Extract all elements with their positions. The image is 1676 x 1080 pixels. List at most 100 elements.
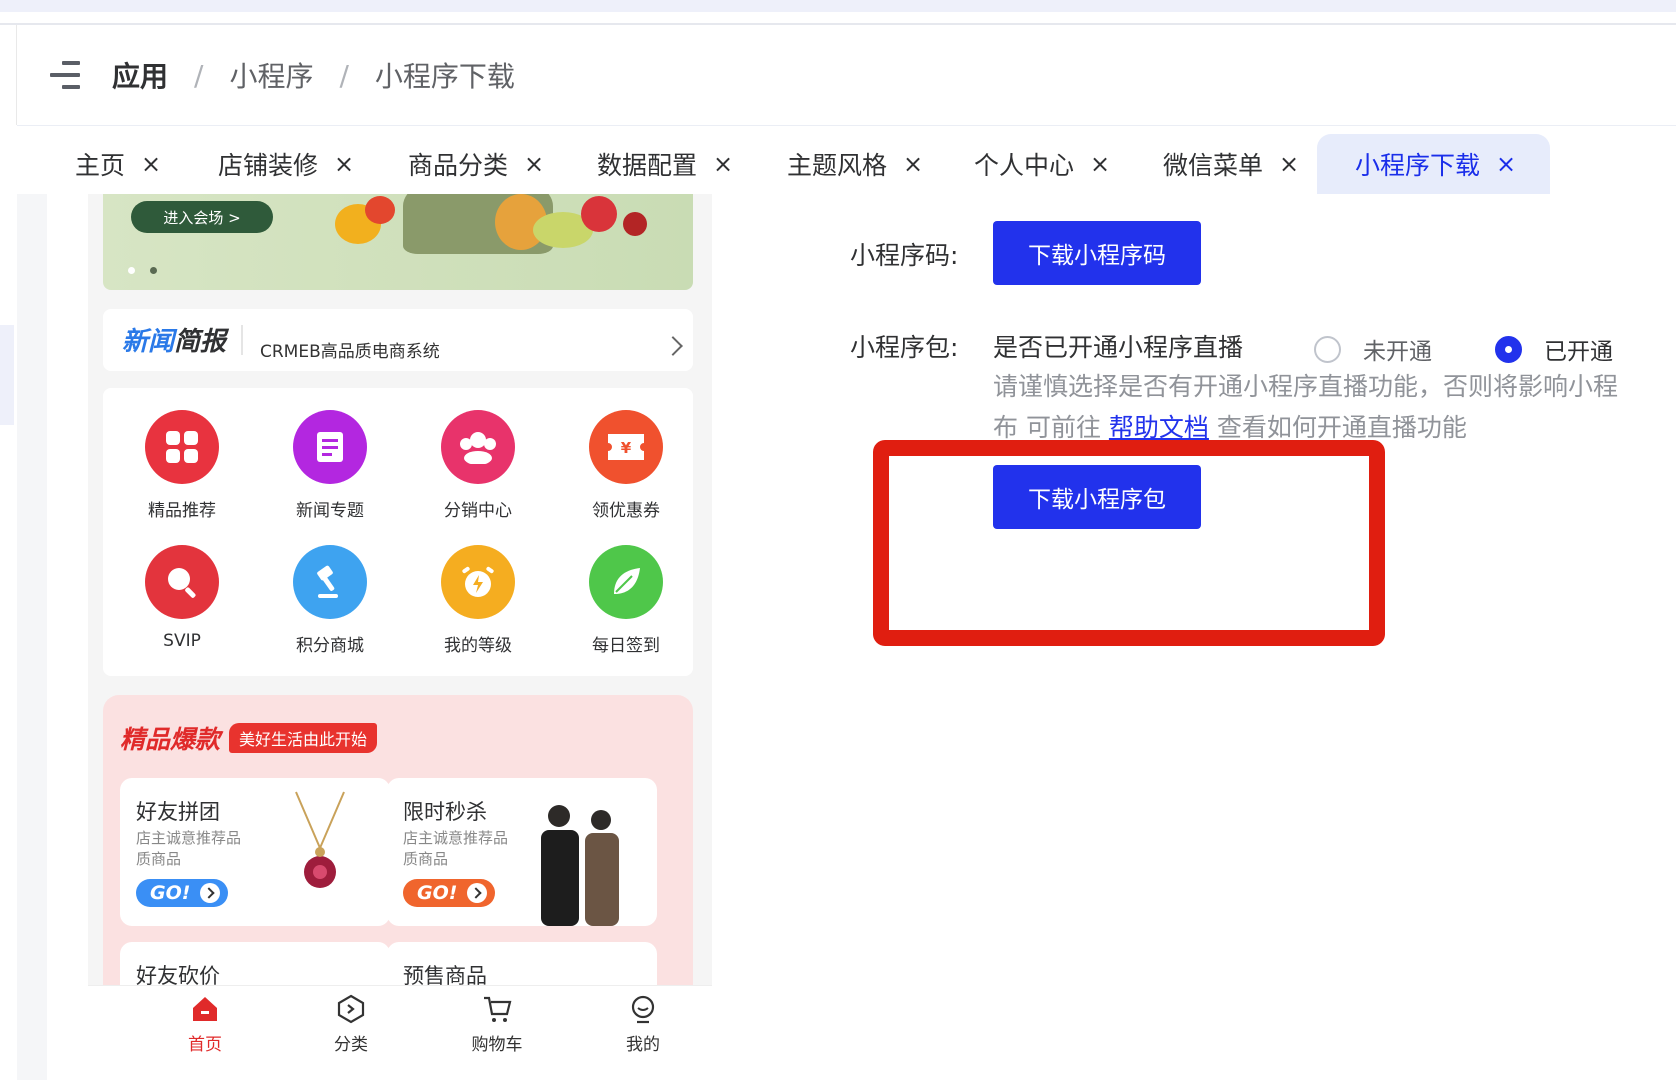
user-icon (631, 995, 655, 1024)
tabbar-mine[interactable]: 我的 (598, 994, 688, 1055)
chevron-right-icon (467, 883, 487, 903)
radio-label: 未开通 (1363, 339, 1432, 365)
close-icon[interactable]: × (903, 150, 923, 178)
carousel-dot[interactable] (150, 267, 157, 274)
home-icon (193, 997, 217, 1021)
menu-item-daily-checkin[interactable]: 每日签到 (566, 545, 686, 656)
radio-enabled[interactable]: 已开通 (1495, 332, 1613, 366)
news-text: CRMEB高品质电商系统 (260, 342, 440, 362)
menu-item-distribution[interactable]: 分销中心 (418, 410, 538, 521)
grid-icon (145, 410, 219, 484)
tab-label: 数据配置 (597, 151, 698, 180)
tabbar-home[interactable]: 首页 (160, 994, 250, 1055)
menu-item-coupons[interactable]: ¥ 领优惠券 (566, 410, 686, 521)
tab-label: 店铺装修 (218, 151, 319, 180)
breadcrumb-item-miniprogram[interactable]: 小程序 (229, 55, 313, 95)
tab-home[interactable]: 主页 × (75, 134, 161, 194)
document-icon (293, 410, 367, 484)
go-button[interactable]: GO! (136, 879, 228, 907)
tab-user-center[interactable]: 个人中心 × (974, 134, 1110, 194)
tabbar-label: 我的 (626, 1035, 660, 1055)
tab-label: 微信菜单 (1163, 151, 1264, 180)
banner-fruit-image (623, 212, 647, 236)
breadcrumb-item-download: 小程序下载 (374, 60, 515, 93)
chevron-right-icon (200, 883, 220, 903)
quick-menu: 精品推荐 新闻专题 分销中心 ¥ 领优惠券 SVIP 积分商城 我的等级 每日签… (103, 388, 693, 676)
tabbar-label: 购物车 (471, 1035, 523, 1055)
menu-item-featured[interactable]: 精品推荐 (122, 410, 242, 521)
tab-label: 小程序下载 (1355, 151, 1481, 180)
tab-category[interactable]: 商品分类 × (408, 134, 544, 194)
close-icon[interactable]: × (334, 150, 354, 178)
tab-theme[interactable]: 主题风格 × (787, 134, 923, 194)
card-flash-sale[interactable]: 限时秒杀 店主诚意推荐品质商品 GO! (387, 778, 657, 926)
go-button[interactable]: GO! (403, 879, 495, 907)
package-label: 小程序包: (850, 333, 959, 362)
coupon-icon: ¥ (589, 410, 663, 484)
close-icon[interactable]: × (1279, 150, 1299, 178)
breadcrumb-item-app[interactable]: 应用 (112, 55, 168, 95)
radio-not-enabled[interactable]: 未开通 (1314, 332, 1432, 366)
hot-title: 精品爆款 (120, 725, 221, 754)
radio-label: 已开通 (1544, 339, 1613, 365)
cart-icon (484, 996, 512, 1022)
menu-item-points-mall[interactable]: 积分商城 (270, 545, 390, 656)
menu-label: 领优惠券 (592, 501, 660, 521)
menu-item-news[interactable]: 新闻专题 (270, 410, 390, 521)
tab-data-config[interactable]: 数据配置 × (597, 134, 733, 194)
card-subtitle: 店主诚意推荐品质商品 (136, 829, 242, 868)
banner-enter-button[interactable]: 进入会场 > (131, 201, 273, 233)
bottom-tabbar: 首页 分类 购物车 我的 (88, 985, 712, 1062)
leaf-icon (589, 545, 663, 619)
tabbar-category[interactable]: 分类 (306, 994, 396, 1055)
top-strip (0, 0, 1676, 12)
close-icon[interactable]: × (1090, 150, 1110, 178)
tabs-bar: 主页 × 店铺装修 × 商品分类 × 数据配置 × 主题风格 × 个人中心 × 微信菜单 × … (17, 126, 1676, 194)
promo-banner[interactable]: 进入会场 > (103, 194, 693, 290)
page-header: 应用 / 小程序 / 小程序下载 (17, 25, 1676, 126)
live-hint-line1: 请谨慎选择是否有开通小程序直播功能，否则将影响小程 (993, 372, 1619, 401)
news-divider (241, 325, 243, 355)
tab-store-decor[interactable]: 店铺装修 × (218, 134, 354, 194)
necklace-image (295, 791, 345, 888)
breadcrumb-separator: / (194, 58, 204, 92)
chevron-right-icon[interactable] (663, 336, 683, 356)
help-doc-link[interactable]: 帮助文档 (1109, 413, 1209, 442)
mobile-preview: 进入会场 > 新闻简报 CRMEB高品质电商系统 精品推荐 新闻专题 分销中心 … (88, 194, 712, 1062)
menu-item-my-level[interactable]: 我的等级 (418, 545, 538, 656)
card-group-buy[interactable]: 好友拼团 店主诚意推荐品质商品 GO! (120, 778, 390, 926)
tabbar-label: 首页 (188, 1035, 222, 1055)
breadcrumb: 应用 / 小程序 / 小程序下载 (112, 55, 515, 95)
carousel-dot[interactable] (128, 267, 135, 274)
alarm-icon (441, 545, 515, 619)
tabbar-cart[interactable]: 购物车 (452, 994, 542, 1055)
tab-label: 个人中心 (974, 151, 1075, 180)
menu-toggle-icon[interactable] (50, 61, 80, 89)
code-label: 小程序码: (850, 241, 959, 270)
breadcrumb-separator: / (339, 58, 349, 92)
close-icon[interactable]: × (141, 150, 161, 178)
menu-label: SVIP (163, 631, 201, 651)
close-icon[interactable]: × (524, 150, 544, 178)
sidebar-edge (0, 325, 14, 425)
banner-fruit-image (365, 196, 395, 224)
download-code-button[interactable]: 下载小程序码 (993, 221, 1201, 285)
card-title: 限时秒杀 (403, 800, 487, 824)
tab-miniprogram-download[interactable]: 小程序下载 × (1317, 134, 1551, 194)
search-icon (145, 545, 219, 619)
menu-item-svip[interactable]: SVIP (122, 545, 242, 651)
close-icon[interactable]: × (1496, 150, 1516, 178)
people-icon (441, 410, 515, 484)
download-package-button[interactable]: 下载小程序包 (993, 465, 1201, 529)
news-logo: 新闻简报 (122, 327, 227, 357)
tab-wechat-menu[interactable]: 微信菜单 × (1163, 134, 1299, 194)
card-subtitle: 店主诚意推荐品质商品 (403, 829, 509, 868)
hammer-icon (293, 545, 367, 619)
preview-gutter (17, 194, 47, 1080)
menu-label: 新闻专题 (296, 501, 364, 521)
radio-circle (1314, 335, 1341, 363)
close-icon[interactable]: × (713, 150, 733, 178)
news-ticker[interactable]: 新闻简报 CRMEB高品质电商系统 (103, 309, 693, 371)
tabbar-label: 分类 (334, 1035, 368, 1055)
models-image (541, 805, 619, 926)
